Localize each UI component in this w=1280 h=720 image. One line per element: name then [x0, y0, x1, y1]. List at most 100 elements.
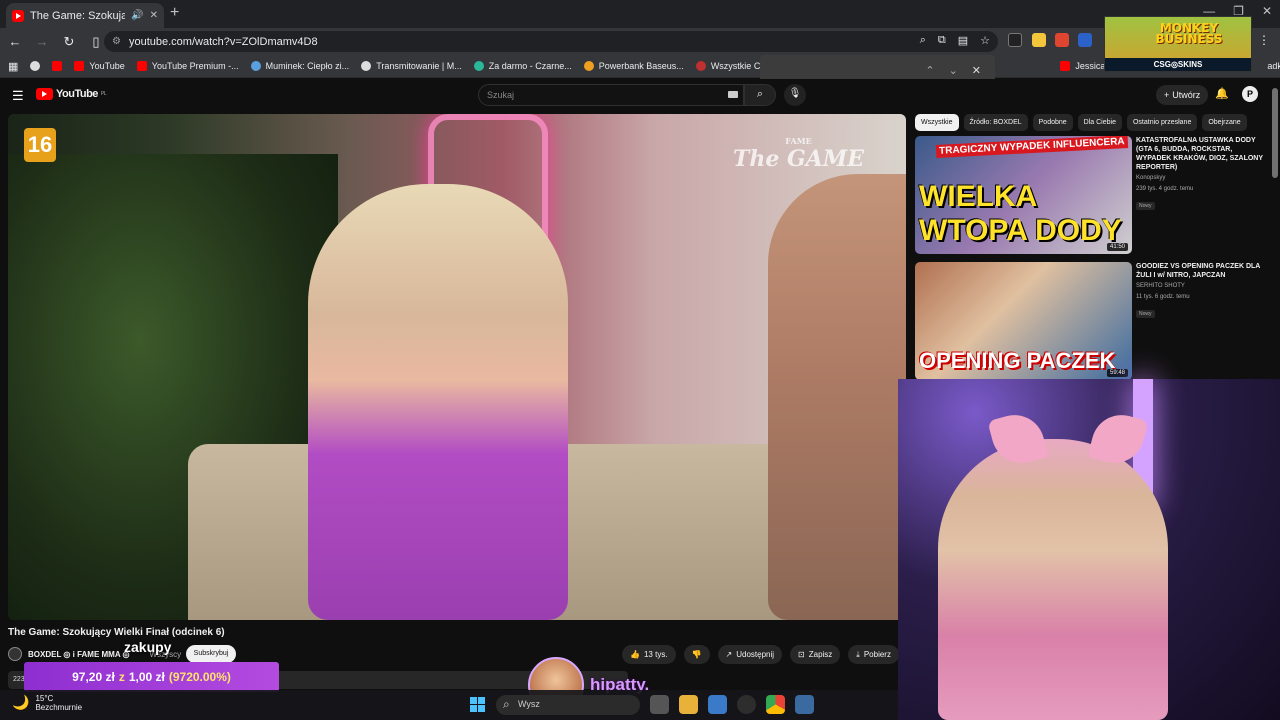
microphone-icon: 🎙: [788, 88, 802, 99]
save-label: Zapisz: [808, 650, 833, 659]
extension-icon[interactable]: [1055, 33, 1069, 47]
save-button[interactable]: ⊡ Zapisz: [790, 645, 841, 664]
recommended-video[interactable]: TRAGICZNY WYPADEK INFLUENCERA WIELKA WTO…: [915, 136, 1270, 254]
speaker-icon[interactable]: 🔊: [131, 10, 143, 21]
bookmark[interactable]: [30, 61, 41, 71]
apps-grid-icon[interactable]: ▦: [8, 60, 18, 73]
bookmark-label: Powerbank Baseus...: [598, 61, 684, 71]
youtube-favicon-icon: [12, 9, 24, 22]
address-bar[interactable]: ⚙ youtube.com/watch?v=ZOlDmamv4D8 ⌕ ⧉ ▤ …: [104, 31, 998, 52]
bookmark[interactable]: Za darmo - Czarne...: [473, 61, 572, 71]
chip-all[interactable]: Wszystkie: [915, 114, 959, 131]
file-explorer-icon[interactable]: [679, 695, 698, 714]
cast-icon[interactable]: ⧉: [938, 34, 946, 47]
new-tab-icon[interactable]: +: [170, 4, 179, 22]
extension-icon[interactable]: [1032, 33, 1046, 47]
sponsor-title: MONKEY BUSINESS: [1155, 21, 1223, 46]
chip-related[interactable]: Podobne: [1032, 114, 1073, 131]
bookmark[interactable]: Muminek: Ciepło zi...: [250, 61, 350, 71]
bookmark-label: Transmitowanie | M...: [376, 61, 462, 71]
chip-for-you[interactable]: Dla Ciebie: [1077, 114, 1122, 131]
voice-search-button[interactable]: 🎙: [784, 84, 806, 106]
channel-name[interactable]: BOXDEL ◎ i FAME MMA ◎: [28, 650, 130, 659]
video-info: GOODIEZ VS OPENING PACZEK DLA ŻULI I w/ …: [1136, 262, 1264, 320]
notifications-bell-icon[interactable]: 🔔: [1215, 87, 1229, 100]
page-scrollbar[interactable]: [1272, 88, 1278, 178]
task-view-icon[interactable]: [650, 695, 669, 714]
site-info-icon[interactable]: ⚙: [112, 36, 121, 47]
bookmark-label: Muminek: Ciepło zi...: [265, 61, 350, 71]
weather-condition: Bezchmurnie: [35, 703, 83, 712]
settings-gear-icon[interactable]: [795, 695, 814, 714]
chip-source[interactable]: Źródło: BOXDEL: [963, 114, 1028, 131]
recommended-video[interactable]: OPENING PACZEK 59:48 GOODIEZ VS OPENING …: [915, 262, 1270, 380]
obs-icon[interactable]: [737, 695, 756, 714]
find-close-icon[interactable]: ✕: [972, 64, 981, 77]
zoom-icon[interactable]: ⌕: [920, 34, 926, 47]
subscribe-button[interactable]: Subskrybuj: [186, 645, 236, 663]
download-button[interactable]: ⤓ Pobierz: [848, 645, 899, 664]
back-icon[interactable]: ←: [3, 34, 27, 49]
youtube-icon: [136, 61, 147, 71]
start-button[interactable]: [470, 697, 485, 712]
taskbar-search[interactable]: Wysz: [496, 695, 640, 715]
bookmark[interactable]: YouTube Premium -...: [136, 61, 239, 71]
youtube-icon: [52, 61, 63, 71]
reader-icon[interactable]: ▤: [958, 34, 968, 47]
url-text: youtube.com/watch?v=ZOlDmamv4D8: [128, 35, 318, 48]
bookmark[interactable]: [52, 61, 63, 71]
extension-icon[interactable]: [1078, 33, 1092, 47]
download-label: Pobierz: [863, 650, 891, 659]
reco-title[interactable]: GOODIEZ VS OPENING PACZEK DLA ŻULI I w/ …: [1136, 262, 1264, 280]
bookmark[interactable]: Transmitowanie | M...: [361, 61, 462, 71]
close-window-icon[interactable]: ✕: [1262, 4, 1272, 18]
youtube-icon: [74, 61, 85, 71]
search-button[interactable]: ⌕: [744, 84, 776, 106]
reco-title[interactable]: KATASTROFALNA USTAWKA DODY (GTA 6, BUDDA…: [1136, 136, 1264, 172]
dislike-button[interactable]: 👎: [683, 645, 710, 664]
channel-watermark: FAME The GAME: [733, 136, 864, 172]
avatar[interactable]: P: [1242, 86, 1258, 102]
video-player[interactable]: 16 FAME The GAME: [8, 114, 906, 620]
bookmark[interactable]: adki: [1267, 61, 1280, 71]
filter-chips: Wszystkie Źródło: BOXDEL Podobne Dla Cie…: [915, 114, 1247, 131]
download-icon: ⤓: [856, 649, 860, 659]
browser-tab-active[interactable]: The Game: Szokujący Wielki 🔊 ✕: [6, 3, 164, 28]
chrome-icon[interactable]: [766, 695, 785, 714]
video-thumbnail[interactable]: TRAGICZNY WYPADEK INFLUENCERA WIELKA WTO…: [915, 136, 1132, 254]
bookmark[interactable]: Powerbank Baseus...: [583, 61, 684, 71]
price-to: 1,00 zł: [128, 670, 165, 684]
create-button[interactable]: + Utwórz: [1156, 85, 1209, 105]
logo-region: PL: [100, 91, 107, 97]
keyboard-icon[interactable]: [728, 91, 738, 98]
bookmarks-bar: ▦ YouTube YouTube Premium -... Muminek: …: [0, 55, 1280, 78]
search-input[interactable]: Szukaj: [478, 84, 744, 106]
search-icon: ⌕: [756, 88, 764, 100]
reco-channel[interactable]: Konopskyy: [1136, 174, 1264, 183]
close-tab-icon[interactable]: ✕: [150, 10, 158, 21]
windows-taskbar: 🌙 15°C Bezchmurnie Wysz: [0, 690, 898, 720]
hamburger-menu-icon[interactable]: ☰: [12, 88, 24, 104]
youtube-logo[interactable]: YouTube PL: [36, 88, 107, 100]
share-button[interactable]: ↗ Udostępnij: [717, 645, 783, 664]
view-count: 223: [13, 676, 25, 683]
address-bar-icons: ⌕ ⧉ ▤ ☆: [920, 34, 990, 47]
youtube-header: ☰ YouTube PL Szukaj ⌕ 🎙 + Utwórz 🔔 P: [0, 79, 1280, 112]
forward-icon[interactable]: →: [30, 34, 54, 49]
bookmark-star-icon[interactable]: ☆: [980, 34, 990, 47]
chip-recent[interactable]: Ostatnio przesłane: [1126, 114, 1198, 131]
weather-widget[interactable]: 🌙 15°C Bezchmurnie: [12, 694, 82, 712]
channel-avatar[interactable]: [8, 647, 22, 661]
store-icon[interactable]: [708, 695, 727, 714]
menu-kebab-icon[interactable]: ⋮: [1258, 33, 1272, 47]
bookmark[interactable]: YouTube: [74, 61, 125, 71]
reload-icon[interactable]: ↻: [57, 34, 81, 50]
video-thumbnail[interactable]: OPENING PACZEK 59:48: [915, 262, 1132, 380]
bookmark-icon: ⊡: [798, 650, 805, 659]
chip-watched[interactable]: Obejrzane: [1202, 114, 1247, 131]
extension-icon[interactable]: [1008, 33, 1022, 47]
find-previous-icon[interactable]: ⌃: [925, 64, 934, 77]
find-next-icon[interactable]: ⌄: [949, 64, 958, 77]
thumbnail-caption-top: TRAGICZNY WYPADEK INFLUENCERA: [936, 136, 1129, 159]
reco-channel[interactable]: SERHITO SHOTY: [1136, 282, 1264, 291]
